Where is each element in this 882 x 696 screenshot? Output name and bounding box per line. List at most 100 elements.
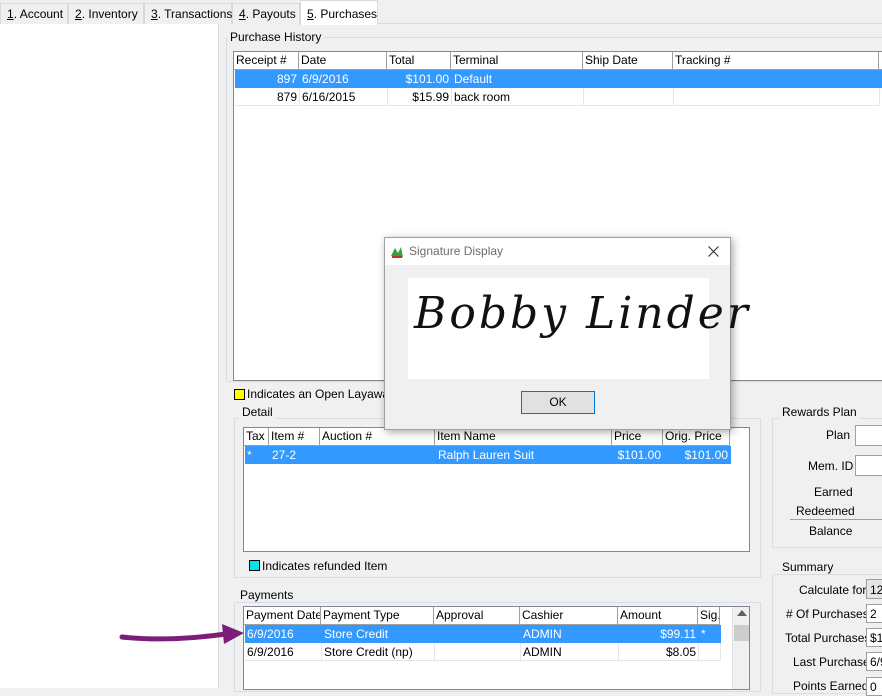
table-row[interactable]: 6/9/2016 Store Credit ADMIN $99.11 * [245,625,721,643]
col-price[interactable]: Price [612,428,663,445]
approval-cell [435,643,521,661]
terminal-cell: Default [452,70,584,88]
sig-cell[interactable] [699,643,721,661]
auction-cell [321,446,436,464]
balance-label: Balance [809,524,853,538]
receipt-cell: 897 [235,70,300,88]
tab-inventory[interactable]: 2. Inventory [68,3,144,24]
tax-cell: * [245,446,270,464]
cashier-cell: ADMIN [521,643,619,661]
annotation-arrow [119,624,244,644]
refund-swatch [249,560,260,571]
ship-date-cell [584,70,674,88]
dialog-title: Signature Display [409,244,504,258]
detail-header: Tax Item # Auction # Item Name Price Ori… [244,428,730,446]
table-row[interactable]: 879 6/16/2015 $15.99 back room [235,88,882,106]
left-pane [0,24,218,688]
signature-dialog: Signature Display Bobby Linder OK [384,237,748,430]
dialog-title-bar[interactable]: Signature Display [385,238,730,265]
col-item[interactable]: Item # [269,428,320,445]
rewards-plan-title: Rewards Plan [779,405,860,419]
tab-purchases[interactable]: 5. Purchases [300,0,378,25]
tab-account[interactable]: 1. Account [0,3,68,24]
ship-date-cell [584,88,674,106]
col-date[interactable]: Date [299,52,387,69]
payments-header: Payment Date Payment Type Approval Cashi… [244,607,720,625]
ok-button[interactable]: OK [521,391,595,414]
tab-transactions[interactable]: 3. Transactions [144,3,232,24]
num-purchases-field: 2 [866,604,882,623]
tab-payouts[interactable]: 4. Payouts [232,3,300,24]
calculate-for-select[interactable]: 12 [866,579,882,599]
balance-divider [790,519,882,520]
refund-legend: Indicates refunded Item [262,559,388,573]
amount-cell: $8.05 [619,643,699,661]
col-tracking[interactable]: Tracking # [673,52,879,69]
plan-field[interactable] [855,425,882,446]
num-purchases-label: # Of Purchases [786,607,869,621]
table-row[interactable]: * 27-2 Ralph Lauren Suit $101.00 $101.00 [245,446,731,464]
mem-id-label: Mem. ID [808,459,854,473]
calculate-for-label: Calculate for [799,583,867,597]
payment-date-cell: 6/9/2016 [245,643,322,661]
pane-divider[interactable] [218,24,219,688]
app-icon [391,247,403,258]
payments-grid[interactable]: Payment Date Payment Type Approval Cashi… [243,606,750,690]
earned-label: Earned [814,485,853,499]
amount-cell: $99.11 [619,625,699,643]
item-name-cell: Ralph Lauren Suit [436,446,613,464]
cashier-cell: ADMIN [521,625,619,643]
payment-type-cell: Store Credit [322,625,435,643]
price-cell: $101.00 [613,446,664,464]
col-item-name[interactable]: Item Name [435,428,612,445]
detail-title: Detail [239,405,276,419]
plan-label: Plan [826,428,851,442]
col-ship-date[interactable]: Ship Date [583,52,673,69]
last-purchase-field: 6/9 [866,652,882,671]
layaway-legend: Indicates an Open Layaway [247,387,396,401]
sig-cell[interactable]: * [699,625,721,643]
payment-date-cell: 6/9/2016 [245,625,322,643]
scroll-up-icon[interactable] [737,610,747,616]
col-cashier[interactable]: Cashier [520,607,618,624]
approval-cell [435,625,521,643]
col-terminal[interactable]: Terminal [451,52,583,69]
signature-text: Bobby Linder [414,288,751,339]
purchase-history-title: Purchase History [227,30,325,44]
payment-type-cell: Store Credit (np) [322,643,435,661]
col-receipt[interactable]: Receipt # [234,52,299,69]
total-purchases-label: Total Purchases [785,631,871,645]
points-earned-field: 0 [866,677,882,696]
table-row[interactable]: 6/9/2016 Store Credit (np) ADMIN $8.05 [245,643,721,661]
signature-image: Bobby Linder [408,278,748,379]
payments-scrollbar[interactable] [732,607,749,689]
detail-grid[interactable]: Tax Item # Auction # Item Name Price Ori… [243,427,750,552]
col-auction[interactable]: Auction # [320,428,435,445]
col-sig[interactable]: Sig. [698,607,720,624]
col-orig-price[interactable]: Orig. Price [663,428,730,445]
payments-title: Payments [237,588,297,602]
terminal-cell: back room [452,88,584,106]
col-payment-date[interactable]: Payment Date [244,607,321,624]
tracking-cell [674,70,880,88]
layaway-swatch [234,389,245,400]
col-approval[interactable]: Approval [434,607,520,624]
summary-title: Summary [779,560,837,574]
close-icon[interactable] [708,246,719,257]
receipt-cell: 879 [235,88,300,106]
col-tax[interactable]: Tax [244,428,269,445]
last-purchase-label: Last Purchase [793,655,870,669]
purchase-history-header: Receipt # Date Total Terminal Ship Date … [234,52,882,70]
tab-bar: 1. Account 2. Inventory 3. Transactions … [0,0,882,25]
item-cell: 27-2 [270,446,321,464]
col-amount[interactable]: Amount [618,607,698,624]
col-payment-type[interactable]: Payment Type [321,607,434,624]
tracking-cell [674,88,880,106]
mem-id-field[interactable] [855,455,882,476]
orig-price-cell: $101.00 [664,446,731,464]
col-total[interactable]: Total [387,52,451,69]
total-cell: $15.99 [388,88,452,106]
points-earned-label: Points Earned [793,679,869,693]
table-row[interactable]: 897 6/9/2016 $101.00 Default [235,70,882,88]
scroll-thumb[interactable] [734,625,749,641]
